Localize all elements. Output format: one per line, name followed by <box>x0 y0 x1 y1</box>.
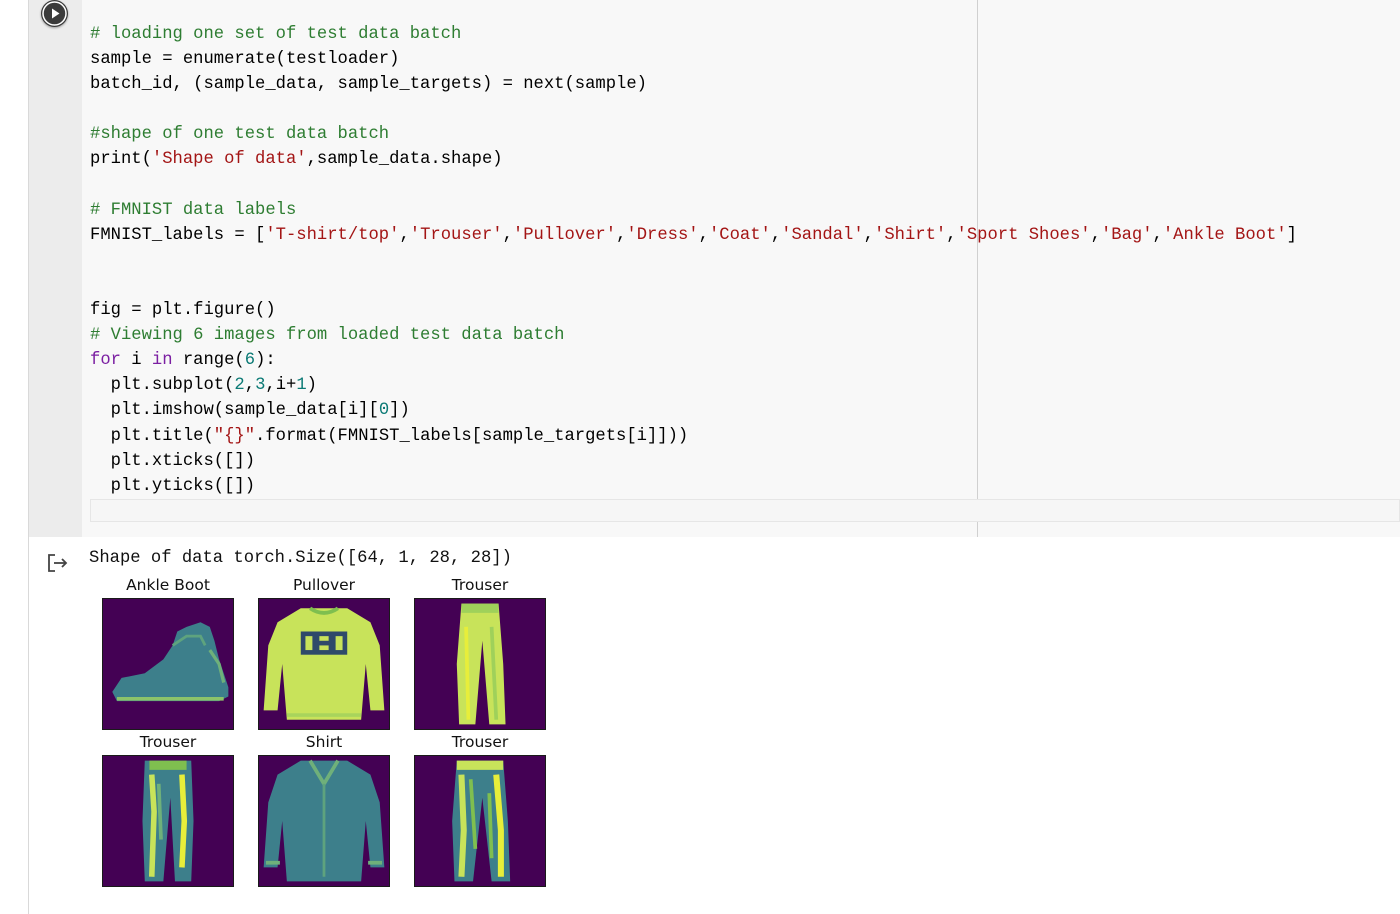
code-token: 'Ankle Boot' <box>1162 225 1287 245</box>
code-token: 'Shape of data' <box>151 150 307 170</box>
subplot-image-trouser <box>102 755 234 887</box>
matplotlib-figure: Ankle Boot Pullover Trouser Trouser Shir… <box>102 575 552 895</box>
subplot-title: Trouser <box>451 576 509 594</box>
subplot-title: Ankle Boot <box>126 576 210 594</box>
code-line[interactable]: plt.yticks([]) <box>90 474 1400 499</box>
code-editor[interactable]: # loading one set of test data batch samp… <box>82 0 1400 537</box>
code-line[interactable]: # FMNIST data labels <box>90 198 1400 223</box>
subplot-image-trouser <box>414 598 546 730</box>
code-line[interactable]: # Viewing 6 images from loaded test data… <box>90 323 1400 348</box>
code-line[interactable]: for i in range(6): <box>90 348 1400 373</box>
code-token: , <box>244 376 256 396</box>
code-token: , <box>399 225 410 245</box>
code-line[interactable]: #shape of one test data batch <box>90 122 1400 147</box>
notebook: # loading one set of test data batch samp… <box>0 0 1400 914</box>
code-token: , <box>946 225 957 245</box>
code-token: 0 <box>378 401 390 421</box>
code-token: "{}" <box>213 426 256 446</box>
code-line[interactable]: FMNIST_labels = ['T-shirt/top','Trouser'… <box>90 223 1400 248</box>
code-token: plt.title( <box>90 426 214 446</box>
subplot-image-ankle-boot <box>102 598 234 730</box>
code-token: 'Sport Shoes' <box>956 225 1091 245</box>
code-token: 2 <box>234 376 245 396</box>
code-token: 1 <box>296 376 307 396</box>
code-line[interactable]: plt.title("{}".format(FMNIST_labels[samp… <box>90 424 1400 449</box>
code-token: 'T-shirt/top' <box>265 225 400 245</box>
code-token: plt.subplot( <box>90 376 235 396</box>
code-token: , <box>502 225 513 245</box>
code-token: 'Shirt' <box>874 225 947 245</box>
code-line[interactable]: plt.imshow(sample_data[i][0]) <box>90 398 1400 423</box>
code-token: 'Bag' <box>1100 225 1153 245</box>
subplot-image-trouser <box>414 755 546 887</box>
code-token: , <box>698 225 709 245</box>
code-token: # loading one set of test data batch <box>90 25 462 44</box>
code-token: , <box>1090 225 1101 245</box>
code-token: # Viewing 6 images from loaded test data… <box>90 326 565 346</box>
code-line[interactable] <box>90 97 1400 122</box>
code-line[interactable]: # loading one set of test data batch <box>90 22 1400 47</box>
code-line[interactable]: batch_id, (sample_data, sample_targets) … <box>90 72 1400 97</box>
code-token: # FMNIST data labels <box>90 200 297 220</box>
code-token: range( <box>172 351 245 371</box>
code-token: FMNIST_labels = [ <box>90 225 266 245</box>
code-token: for <box>90 351 121 371</box>
code-cell[interactable]: # loading one set of test data batch samp… <box>29 0 1400 537</box>
code-line[interactable]: plt.subplot(2,3,i+1) <box>90 373 1400 398</box>
cell-gutter <box>29 0 82 537</box>
subplot-image-pullover <box>258 598 390 730</box>
code-content[interactable]: # loading one set of test data batch samp… <box>90 22 1400 499</box>
code-token: 'Pullover' <box>512 225 617 245</box>
code-token: batch_id, (sample_data, sample_targets) … <box>90 75 647 95</box>
play-icon <box>42 1 67 26</box>
code-token: ) <box>306 376 317 396</box>
subplot-title: Pullover <box>292 576 356 594</box>
code-token: plt.xticks([]) <box>90 451 256 471</box>
code-token: ] <box>1286 225 1297 245</box>
code-token: .format(FMNIST_labels[sample_targets[i]]… <box>255 426 689 446</box>
code-token: 6 <box>244 351 256 371</box>
code-token: in <box>151 351 173 371</box>
code-token: sample = enumerate(testloader) <box>90 50 400 70</box>
code-token: fig = plt.figure() <box>90 301 276 321</box>
code-line[interactable]: fig = plt.figure() <box>90 298 1400 323</box>
code-line[interactable]: plt.xticks([]) <box>90 449 1400 474</box>
code-token: i <box>120 351 152 371</box>
code-token: #shape of one test data batch <box>90 125 390 145</box>
code-token: 'Sandal' <box>781 225 864 245</box>
code-token: plt.yticks([]) <box>90 476 256 496</box>
cell-output: Shape of data torch.Size([64, 1, 28, 28]… <box>29 537 1400 914</box>
code-token: ]) <box>389 401 410 421</box>
subplot-image-shirt <box>258 755 390 887</box>
code-line[interactable]: print('Shape of data',sample_data.shape) <box>90 147 1400 172</box>
code-token: , <box>1152 225 1163 245</box>
subplot-title: Trouser <box>451 733 509 751</box>
output-arrow-icon[interactable] <box>47 553 69 573</box>
code-token: 'Dress' <box>626 225 699 245</box>
code-token: ): <box>255 351 276 371</box>
subplot-title: Trouser <box>139 733 197 751</box>
code-token: 'Trouser' <box>409 225 503 245</box>
output-shape-text: Shape of data torch.Size([64, 1, 28, 28]… <box>89 549 512 568</box>
code-line[interactable]: sample = enumerate(testloader) <box>90 47 1400 72</box>
code-token: , <box>770 225 782 245</box>
empty-current-line[interactable] <box>90 499 1400 522</box>
run-cell-button[interactable] <box>41 0 68 27</box>
code-token: 'Coat' <box>708 225 771 245</box>
subplot-title: Shirt <box>305 733 343 751</box>
code-token: , <box>616 225 627 245</box>
code-token: plt.imshow(sample_data[i][ <box>90 401 379 421</box>
code-token: 3 <box>255 376 266 396</box>
code-token: ,i+ <box>265 376 297 396</box>
code-line[interactable] <box>90 248 1400 273</box>
code-token: , <box>863 225 874 245</box>
code-line[interactable] <box>90 273 1400 298</box>
code-token: print( <box>90 150 152 170</box>
code-line[interactable] <box>90 173 1400 198</box>
code-token: ,sample_data.shape) <box>306 150 503 170</box>
